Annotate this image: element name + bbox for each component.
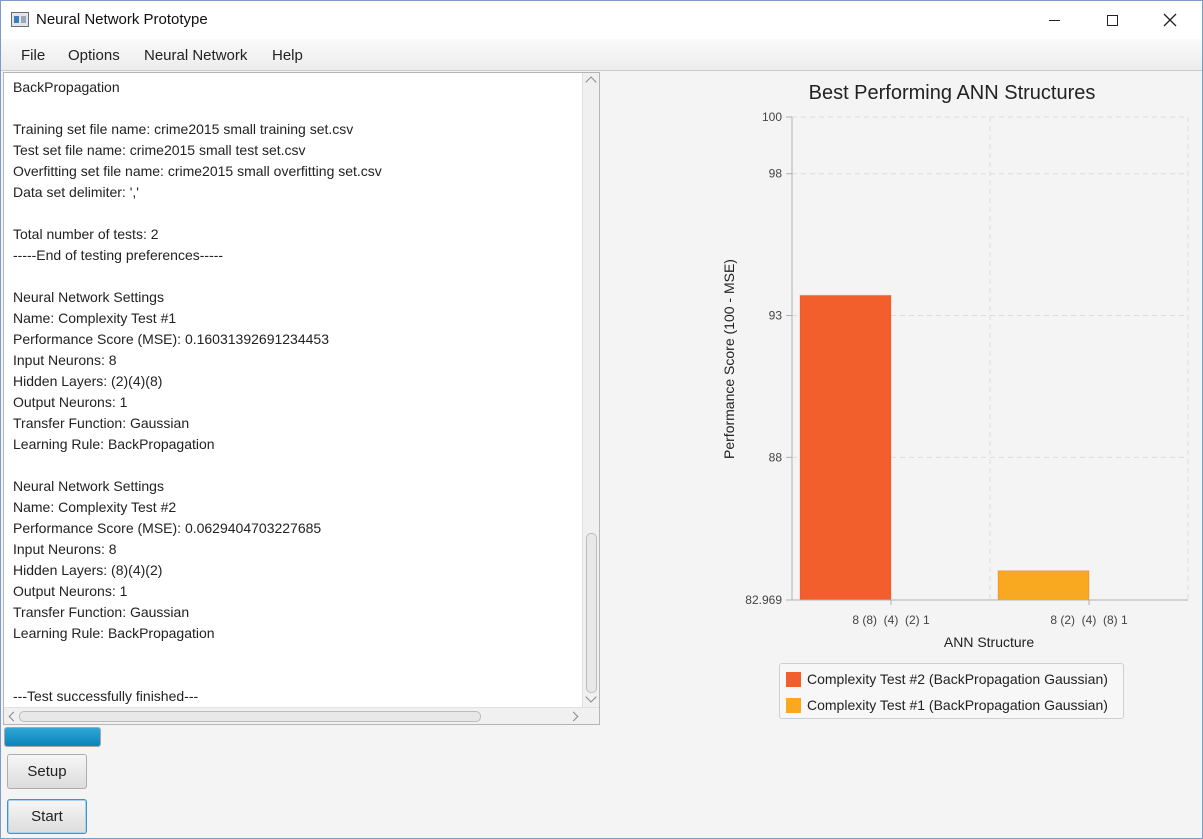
minimize-button[interactable] [1025, 1, 1083, 39]
log-line: Hidden Layers: (8)(4)(2) [13, 562, 163, 578]
menu-neural-network[interactable]: Neural Network [144, 47, 247, 64]
y-tick-label: 82.969 [745, 593, 782, 607]
log-line: Performance Score (MSE): 0.0629404703227… [13, 520, 322, 536]
bar-chart: Best Performing ANN Structures 82.969 88 9… [721, 82, 1189, 650]
y-tick-label: 93 [769, 309, 783, 323]
log-line: BackPropagation [13, 79, 120, 95]
x-tick-label: 8 (8) (4) (2) 1 [852, 613, 930, 627]
log-line: Data set delimiter: ',' [13, 184, 139, 200]
menu-file[interactable]: File [21, 47, 45, 64]
legend-swatch [786, 671, 801, 687]
log-line: Transfer Function: Gaussian [13, 604, 190, 620]
log-line: Input Neurons: 8 [13, 352, 117, 368]
log-line: Neural Network Settings [13, 289, 164, 305]
chart-title: Best Performing ANN Structures [809, 82, 1096, 104]
log-line: Name: Complexity Test #2 [13, 499, 177, 515]
horizontal-scrollbar[interactable] [4, 707, 599, 724]
log-line: Hidden Layers: (2)(4)(8) [13, 373, 163, 389]
legend-item-series-1: Complexity Test #2 (BackPropagation Gaus… [786, 669, 1108, 689]
vertical-scrollbar[interactable] [582, 73, 599, 708]
legend-swatch [786, 697, 801, 713]
log-line: Learning Rule: BackPropagation [13, 436, 215, 452]
log-line: -----End of testing preferences----- [13, 247, 224, 263]
progress-bar [4, 727, 101, 747]
maximize-button[interactable] [1083, 1, 1141, 39]
log-line: Output Neurons: 1 [13, 583, 128, 599]
log-line: Overfitting set file name: crime2015 sma… [13, 163, 382, 179]
legend-item-series-2: Complexity Test #1 (BackPropagation Gaus… [786, 695, 1108, 715]
app-icon [11, 12, 29, 27]
legend-label: Complexity Test #1 (BackPropagation Gaus… [807, 697, 1108, 713]
menu-bar: File Options Neural Network Help [1, 39, 1202, 71]
chart-legend: Complexity Test #2 (BackPropagation Gaus… [779, 663, 1124, 719]
window-title: Neural Network Prototype [36, 11, 208, 28]
app-window: Neural Network Prototype File Options Ne… [0, 0, 1203, 839]
bar [997, 570, 1090, 601]
x-tick-label: 8 (2) (4) (8) 1 [1050, 613, 1128, 627]
maximize-icon [1106, 14, 1118, 26]
close-icon [1163, 13, 1177, 27]
scroll-down-icon[interactable] [585, 691, 597, 703]
chart-bars [799, 294, 1090, 601]
log-line: Performance Score (MSE): 0.1603139269123… [13, 331, 329, 347]
bar [799, 294, 892, 601]
start-button[interactable]: Start [7, 799, 87, 834]
menu-options[interactable]: Options [68, 47, 120, 64]
log-line: Output Neurons: 1 [13, 394, 128, 410]
title-bar[interactable]: Neural Network Prototype [1, 1, 1202, 39]
log-content: BackPropagation Training set file name: … [13, 77, 579, 705]
log-line: Training set file name: crime2015 small … [13, 121, 354, 137]
progress-fill [5, 728, 100, 746]
scroll-up-icon[interactable] [585, 76, 597, 88]
log-line: Input Neurons: 8 [13, 541, 117, 557]
x-axis-label: ANN Structure [944, 634, 1034, 650]
vertical-scroll-thumb[interactable] [586, 533, 597, 693]
y-axis-ticks: 82.969 88 93 98 100 [745, 110, 792, 607]
log-line: Neural Network Settings [13, 478, 164, 494]
y-axis-label: Performance Score (100 - MSE) [721, 259, 737, 459]
close-button[interactable] [1141, 1, 1199, 39]
log-line: Name: Complexity Test #1 [13, 310, 177, 326]
log-text-area[interactable]: BackPropagation Training set file name: … [3, 72, 600, 725]
log-line: Test set file name: crime2015 small test… [13, 142, 306, 158]
y-tick-label: 88 [769, 450, 783, 464]
legend-label: Complexity Test #2 (BackPropagation Gaus… [807, 671, 1108, 687]
scroll-left-icon[interactable] [8, 711, 19, 722]
setup-button[interactable]: Setup [7, 754, 87, 789]
horizontal-scroll-thumb[interactable] [19, 711, 481, 722]
menu-help[interactable]: Help [272, 47, 303, 64]
log-line: Learning Rule: BackPropagation [13, 625, 215, 641]
log-line: Total number of tests: 2 [13, 226, 159, 242]
x-axis-ticks: 8 (8) (4) (2) 1 8 (2) (4) (8) 1 [852, 600, 1128, 627]
y-tick-label: 98 [769, 167, 783, 181]
minimize-icon [1048, 19, 1060, 21]
y-tick-label: 100 [762, 110, 782, 124]
log-line: Transfer Function: Gaussian [13, 415, 190, 431]
scroll-right-icon[interactable] [568, 711, 579, 722]
log-line: ---Test successfully finished--- [13, 688, 199, 704]
